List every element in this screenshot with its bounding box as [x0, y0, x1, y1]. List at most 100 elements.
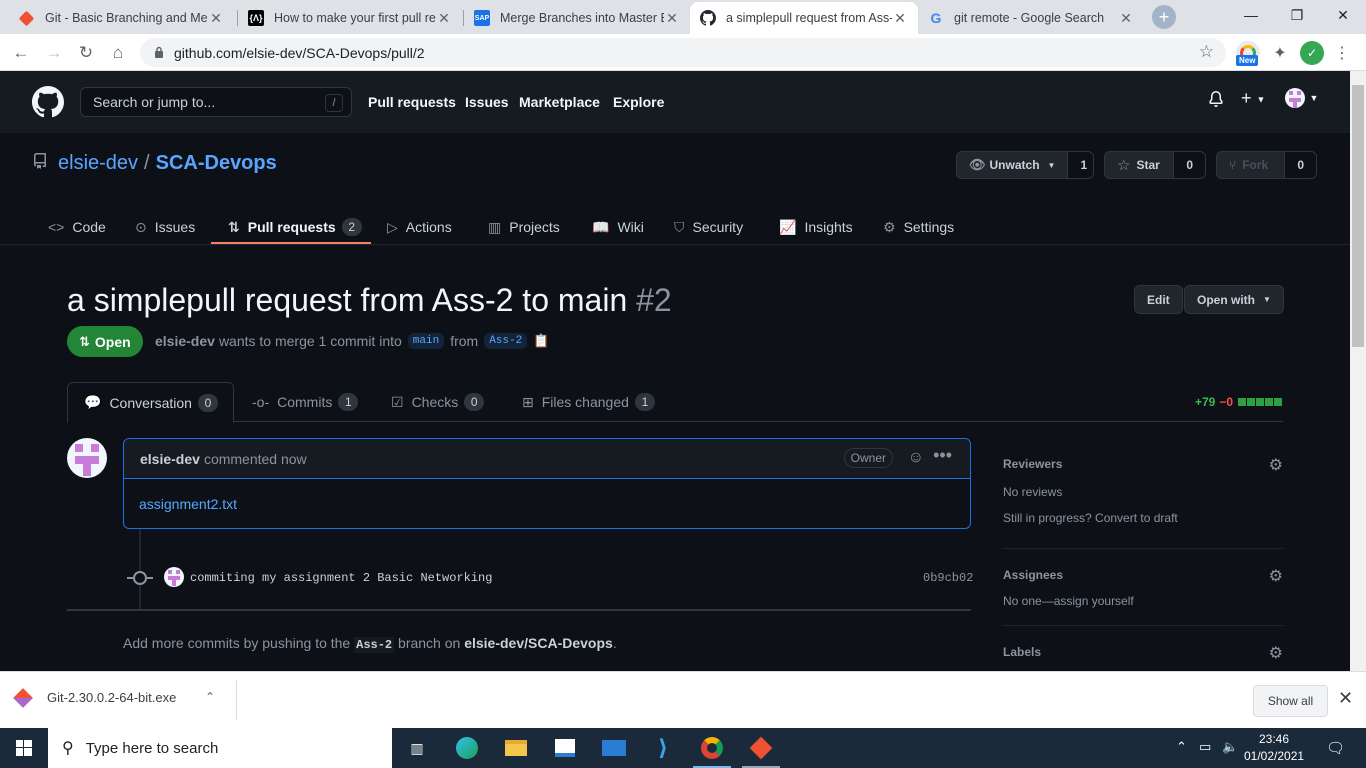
address-bar[interactable]: github.com/elsie-dev/SCA-Devops/pull/2 ☆: [140, 38, 1226, 67]
notifications-icon[interactable]: 🗨: [1326, 739, 1345, 757]
assignees-heading[interactable]: Assignees: [1003, 568, 1283, 582]
tab-settings[interactable]: ⚙ Settings: [883, 209, 954, 245]
vscode-icon[interactable]: ⟩: [650, 735, 676, 760]
menu-kebab-icon[interactable]: ⋮: [1330, 41, 1354, 65]
tab-issues[interactable]: ⊙ Issues: [135, 209, 195, 245]
attachment-link[interactable]: assignment2.txt: [139, 496, 237, 512]
avatar[interactable]: [164, 567, 184, 587]
forward-button[interactable]: →: [41, 40, 67, 66]
star-button[interactable]: ☆ Star 0: [1104, 151, 1206, 179]
close-icon[interactable]: ✕: [1118, 10, 1134, 27]
store-icon[interactable]: [552, 736, 578, 760]
fork-button[interactable]: ⑂ Fork 0: [1216, 151, 1317, 179]
create-new-plus-icon[interactable]: + ▼: [1241, 88, 1265, 109]
volume-icon[interactable]: 🔈: [1222, 739, 1238, 755]
git-gui-icon[interactable]: [748, 736, 774, 760]
profile-avatar-icon[interactable]: ✓: [1300, 41, 1324, 65]
tab-wiki[interactable]: 📖 Wiki: [592, 209, 644, 245]
avatar[interactable]: [67, 438, 107, 478]
browser-tab-active[interactable]: a simplepull request from Ass- ✕: [690, 2, 918, 34]
back-button[interactable]: ←: [8, 40, 34, 66]
windows-start-icon[interactable]: [0, 728, 48, 768]
edit-button[interactable]: Edit: [1134, 285, 1183, 314]
gear-icon[interactable]: ⚙: [1269, 566, 1283, 586]
comment-header: elsie-dev commented now Owner ☺ •••: [124, 439, 970, 479]
close-icon[interactable]: ✕: [436, 10, 452, 27]
nav-explore[interactable]: Explore: [613, 94, 664, 110]
tab-code[interactable]: <> Code: [48, 209, 106, 245]
nav-issues[interactable]: Issues: [465, 94, 509, 110]
timeline-end-divider: [67, 609, 971, 611]
base-branch[interactable]: main: [407, 333, 445, 349]
watch-count[interactable]: 1: [1068, 152, 1093, 178]
browser-tab[interactable]: {Λ} How to make your first pull rec ✕: [238, 2, 462, 34]
window-close-button[interactable]: ✕: [1320, 0, 1366, 30]
github-logo-icon[interactable]: [32, 86, 64, 118]
network-icon[interactable]: ▭: [1199, 739, 1211, 755]
open-with-button[interactable]: Open with ▼: [1184, 285, 1284, 314]
puzzle-icon[interactable]: ✦: [1268, 41, 1292, 65]
chrome-icon[interactable]: [699, 736, 725, 760]
edge-icon[interactable]: [454, 736, 480, 760]
nav-pull-requests[interactable]: Pull requests: [368, 94, 456, 110]
show-all-button[interactable]: Show all: [1253, 685, 1328, 717]
file-explorer-icon[interactable]: [503, 736, 529, 760]
close-icon[interactable]: ✕: [1338, 688, 1353, 709]
browser-tab[interactable]: Git - Basic Branching and Merg ✕: [8, 2, 234, 34]
task-view-icon[interactable]: ▥: [404, 736, 430, 760]
github-search-input[interactable]: Search or jump to... /: [80, 87, 352, 117]
browser-tab-title: How to make your first pull rec: [274, 11, 436, 25]
tab-projects[interactable]: ▥ Projects: [488, 209, 560, 245]
tab-pull-requests[interactable]: ⇅ Pull requests 2: [228, 209, 362, 245]
close-icon[interactable]: ✕: [208, 10, 224, 27]
repo-name-link[interactable]: SCA-Devops: [156, 152, 277, 175]
close-icon[interactable]: ✕: [664, 10, 680, 27]
bookmark-star-icon[interactable]: ☆: [1199, 42, 1214, 62]
home-button[interactable]: ⌂: [105, 40, 131, 66]
tab-files-changed[interactable]: ⊞ Files changed 1: [506, 382, 671, 422]
new-tab-button[interactable]: +: [1152, 5, 1176, 29]
convert-to-draft-link[interactable]: Still in progress? Convert to draft: [1003, 511, 1283, 525]
bell-icon[interactable]: [1208, 91, 1224, 112]
tab-actions[interactable]: ▷ Actions: [387, 209, 452, 245]
more-options-icon[interactable]: •••: [933, 445, 952, 466]
taskbar-search-input[interactable]: ⚲ Type here to search: [48, 728, 392, 768]
head-branch[interactable]: Ass-2: [484, 333, 528, 349]
tab-conversation[interactable]: 💬 Conversation 0: [67, 382, 234, 423]
mail-icon[interactable]: [601, 736, 627, 760]
gear-icon[interactable]: ⚙: [1269, 643, 1283, 663]
reviewers-heading[interactable]: Reviewers: [1003, 457, 1283, 471]
pr-author-link[interactable]: elsie-dev: [155, 333, 215, 349]
user-avatar-menu[interactable]: ▼: [1285, 88, 1318, 108]
chevron-up-icon[interactable]: ⌃: [1176, 739, 1187, 755]
push-hint-repo-link[interactable]: elsie-dev/SCA-Devops: [464, 635, 613, 651]
fork-count[interactable]: 0: [1285, 152, 1316, 178]
repo-owner-link[interactable]: elsie-dev: [58, 152, 138, 175]
tab-commits[interactable]: -o- Commits 1: [236, 382, 374, 422]
chevron-up-icon[interactable]: ⌃: [205, 690, 215, 704]
tab-checks[interactable]: ☑ Checks 0: [375, 382, 500, 422]
close-icon[interactable]: ✕: [892, 10, 908, 27]
labels-heading[interactable]: Labels: [1003, 645, 1283, 659]
minimize-button[interactable]: —: [1228, 0, 1274, 30]
gear-icon[interactable]: ⚙: [1269, 455, 1283, 475]
browser-tab[interactable]: G git remote - Google Search ✕: [918, 2, 1144, 34]
tab-security[interactable]: ⛉ Security: [674, 209, 743, 245]
nav-marketplace[interactable]: Marketplace: [519, 94, 600, 110]
assign-yourself-link[interactable]: No one—assign yourself: [1003, 594, 1283, 608]
smiley-icon[interactable]: ☺: [908, 449, 924, 467]
maximize-button[interactable]: ❐: [1274, 0, 1320, 30]
download-item[interactable]: Git-2.30.0.2-64-bit.exe: [13, 687, 176, 708]
code-icon: <>: [48, 219, 65, 235]
unwatch-button[interactable]: 👁 Unwatch ▼ 1: [956, 151, 1094, 179]
comment-author-link[interactable]: elsie-dev: [140, 451, 200, 467]
commit-message-link[interactable]: commiting my assignment 2 Basic Networki…: [190, 571, 492, 585]
browser-tab[interactable]: SAP Merge Branches into Master Br ✕: [464, 2, 690, 34]
reload-button[interactable]: ↻: [73, 40, 99, 66]
copy-icon[interactable]: 📋: [533, 333, 549, 349]
scrollbar-thumb[interactable]: [1352, 85, 1364, 347]
tab-insights[interactable]: 📈 Insights: [779, 209, 853, 245]
star-count[interactable]: 0: [1174, 152, 1205, 178]
commit-sha-link[interactable]: 0b9cb02: [923, 571, 973, 585]
system-clock[interactable]: 23:46 01/02/2021: [1244, 731, 1304, 765]
